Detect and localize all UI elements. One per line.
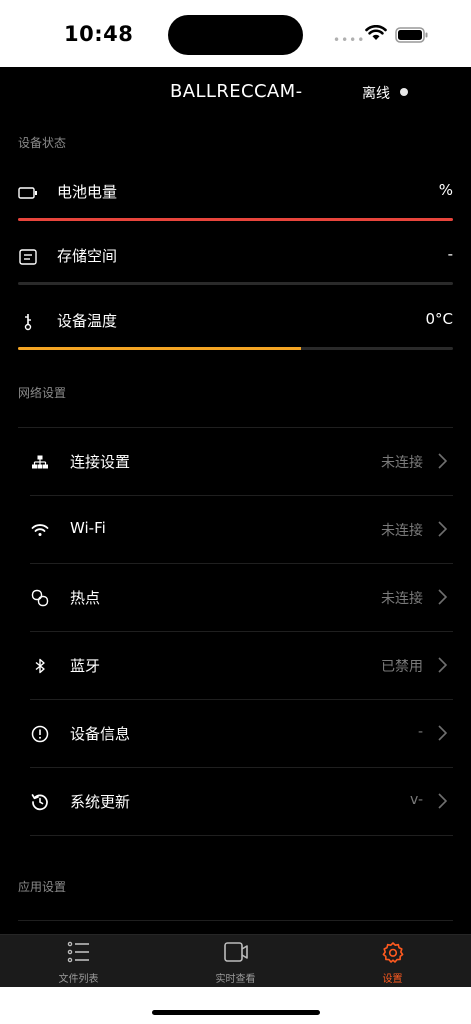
temperature-value: 0°C xyxy=(425,310,453,328)
network-item-bluetooth[interactable]: 蓝牙 已禁用 xyxy=(30,632,453,700)
chevron-right-icon xyxy=(438,453,447,469)
tab-live-view[interactable]: 实时查看 xyxy=(157,935,314,988)
network-item-value: 未连接 xyxy=(381,523,423,539)
list-icon xyxy=(67,941,89,963)
storage-status-row: 存储空间 - xyxy=(18,242,453,292)
section-label-app-settings: 应用设置 xyxy=(18,880,67,894)
temperature-progress-bar xyxy=(18,347,453,350)
gear-icon xyxy=(382,942,403,963)
temperature-status-row: 设备温度 0°C xyxy=(18,307,453,357)
status-dot-icon xyxy=(400,88,408,96)
network-item-value: - xyxy=(417,724,423,740)
network-item-label: Wi-Fi xyxy=(70,519,106,537)
network-item-label: 设备信息 xyxy=(70,725,131,743)
home-indicator-area xyxy=(0,987,471,1024)
status-time: 10:48 xyxy=(64,22,134,46)
network-item-value: 已禁用 xyxy=(381,659,423,675)
network-item-label: 蓝牙 xyxy=(70,657,101,675)
update-icon xyxy=(30,792,50,812)
temperature-label: 设备温度 xyxy=(57,312,118,330)
tab-settings[interactable]: 设置 xyxy=(314,935,471,988)
network-item-hotspot[interactable]: 热点 未连接 xyxy=(30,564,453,632)
info-icon xyxy=(30,724,50,744)
storage-label: 存储空间 xyxy=(57,247,118,265)
network-item-label: 连接设置 xyxy=(70,453,131,471)
network-item-connection-settings[interactable]: 连接设置 未连接 xyxy=(30,428,453,496)
tab-label: 设置 xyxy=(382,974,403,985)
network-item-label: 系统更新 xyxy=(70,793,131,811)
tab-file-list[interactable]: 文件列表 xyxy=(0,935,157,988)
battery-label: 电池电量 xyxy=(57,183,118,201)
battery-status-icon xyxy=(395,27,428,43)
network-settings-list: 连接设置 未连接 Wi-Fi 未连接 热点 未连接 蓝牙 已禁用 设备信息 - xyxy=(18,427,453,836)
home-indicator[interactable] xyxy=(152,1010,320,1015)
thermometer-icon xyxy=(18,313,38,331)
section-label-device-status: 设备状态 xyxy=(18,136,67,150)
network-item-wifi[interactable]: Wi-Fi 未连接 xyxy=(30,496,453,564)
camera-icon xyxy=(223,942,248,962)
storage-value: - xyxy=(447,245,453,263)
section-label-network: 网络设置 xyxy=(18,386,67,400)
chevron-right-icon xyxy=(438,657,447,673)
battery-status-row: 电池电量 % xyxy=(18,178,453,228)
hotspot-icon xyxy=(30,588,50,608)
battery-progress-bar xyxy=(18,218,453,221)
signal-icon: •••• xyxy=(333,33,366,47)
network-item-value: v- xyxy=(410,792,423,808)
status-bar: 10:48 •••• xyxy=(0,0,471,67)
network-item-system-update[interactable]: 系统更新 v- xyxy=(30,768,453,836)
connection-status: 离线 xyxy=(362,86,390,102)
divider xyxy=(18,920,453,921)
network-item-label: 热点 xyxy=(70,589,101,607)
chevron-right-icon xyxy=(438,725,447,741)
storage-icon xyxy=(18,248,38,266)
tab-bar: 文件列表 实时查看 设置 xyxy=(0,934,471,988)
storage-progress-bar xyxy=(18,282,453,285)
network-item-value: 未连接 xyxy=(381,455,423,471)
app-header: BALLRECCAM- 离线 xyxy=(0,67,471,117)
tab-label: 文件列表 xyxy=(58,974,99,985)
battery-icon xyxy=(18,184,38,202)
network-icon xyxy=(30,452,50,472)
battery-value: % xyxy=(438,181,453,199)
wifi-icon xyxy=(30,520,50,540)
wifi-status-icon xyxy=(365,25,387,40)
network-item-device-info[interactable]: 设备信息 - xyxy=(30,700,453,768)
network-item-value: 未连接 xyxy=(381,591,423,607)
tab-label: 实时查看 xyxy=(215,974,256,985)
chevron-right-icon xyxy=(438,589,447,605)
chevron-right-icon xyxy=(438,521,447,537)
chevron-right-icon xyxy=(438,793,447,809)
bluetooth-icon xyxy=(30,656,50,676)
dynamic-island xyxy=(168,15,303,55)
device-title: BALLRECCAM- xyxy=(170,81,303,102)
